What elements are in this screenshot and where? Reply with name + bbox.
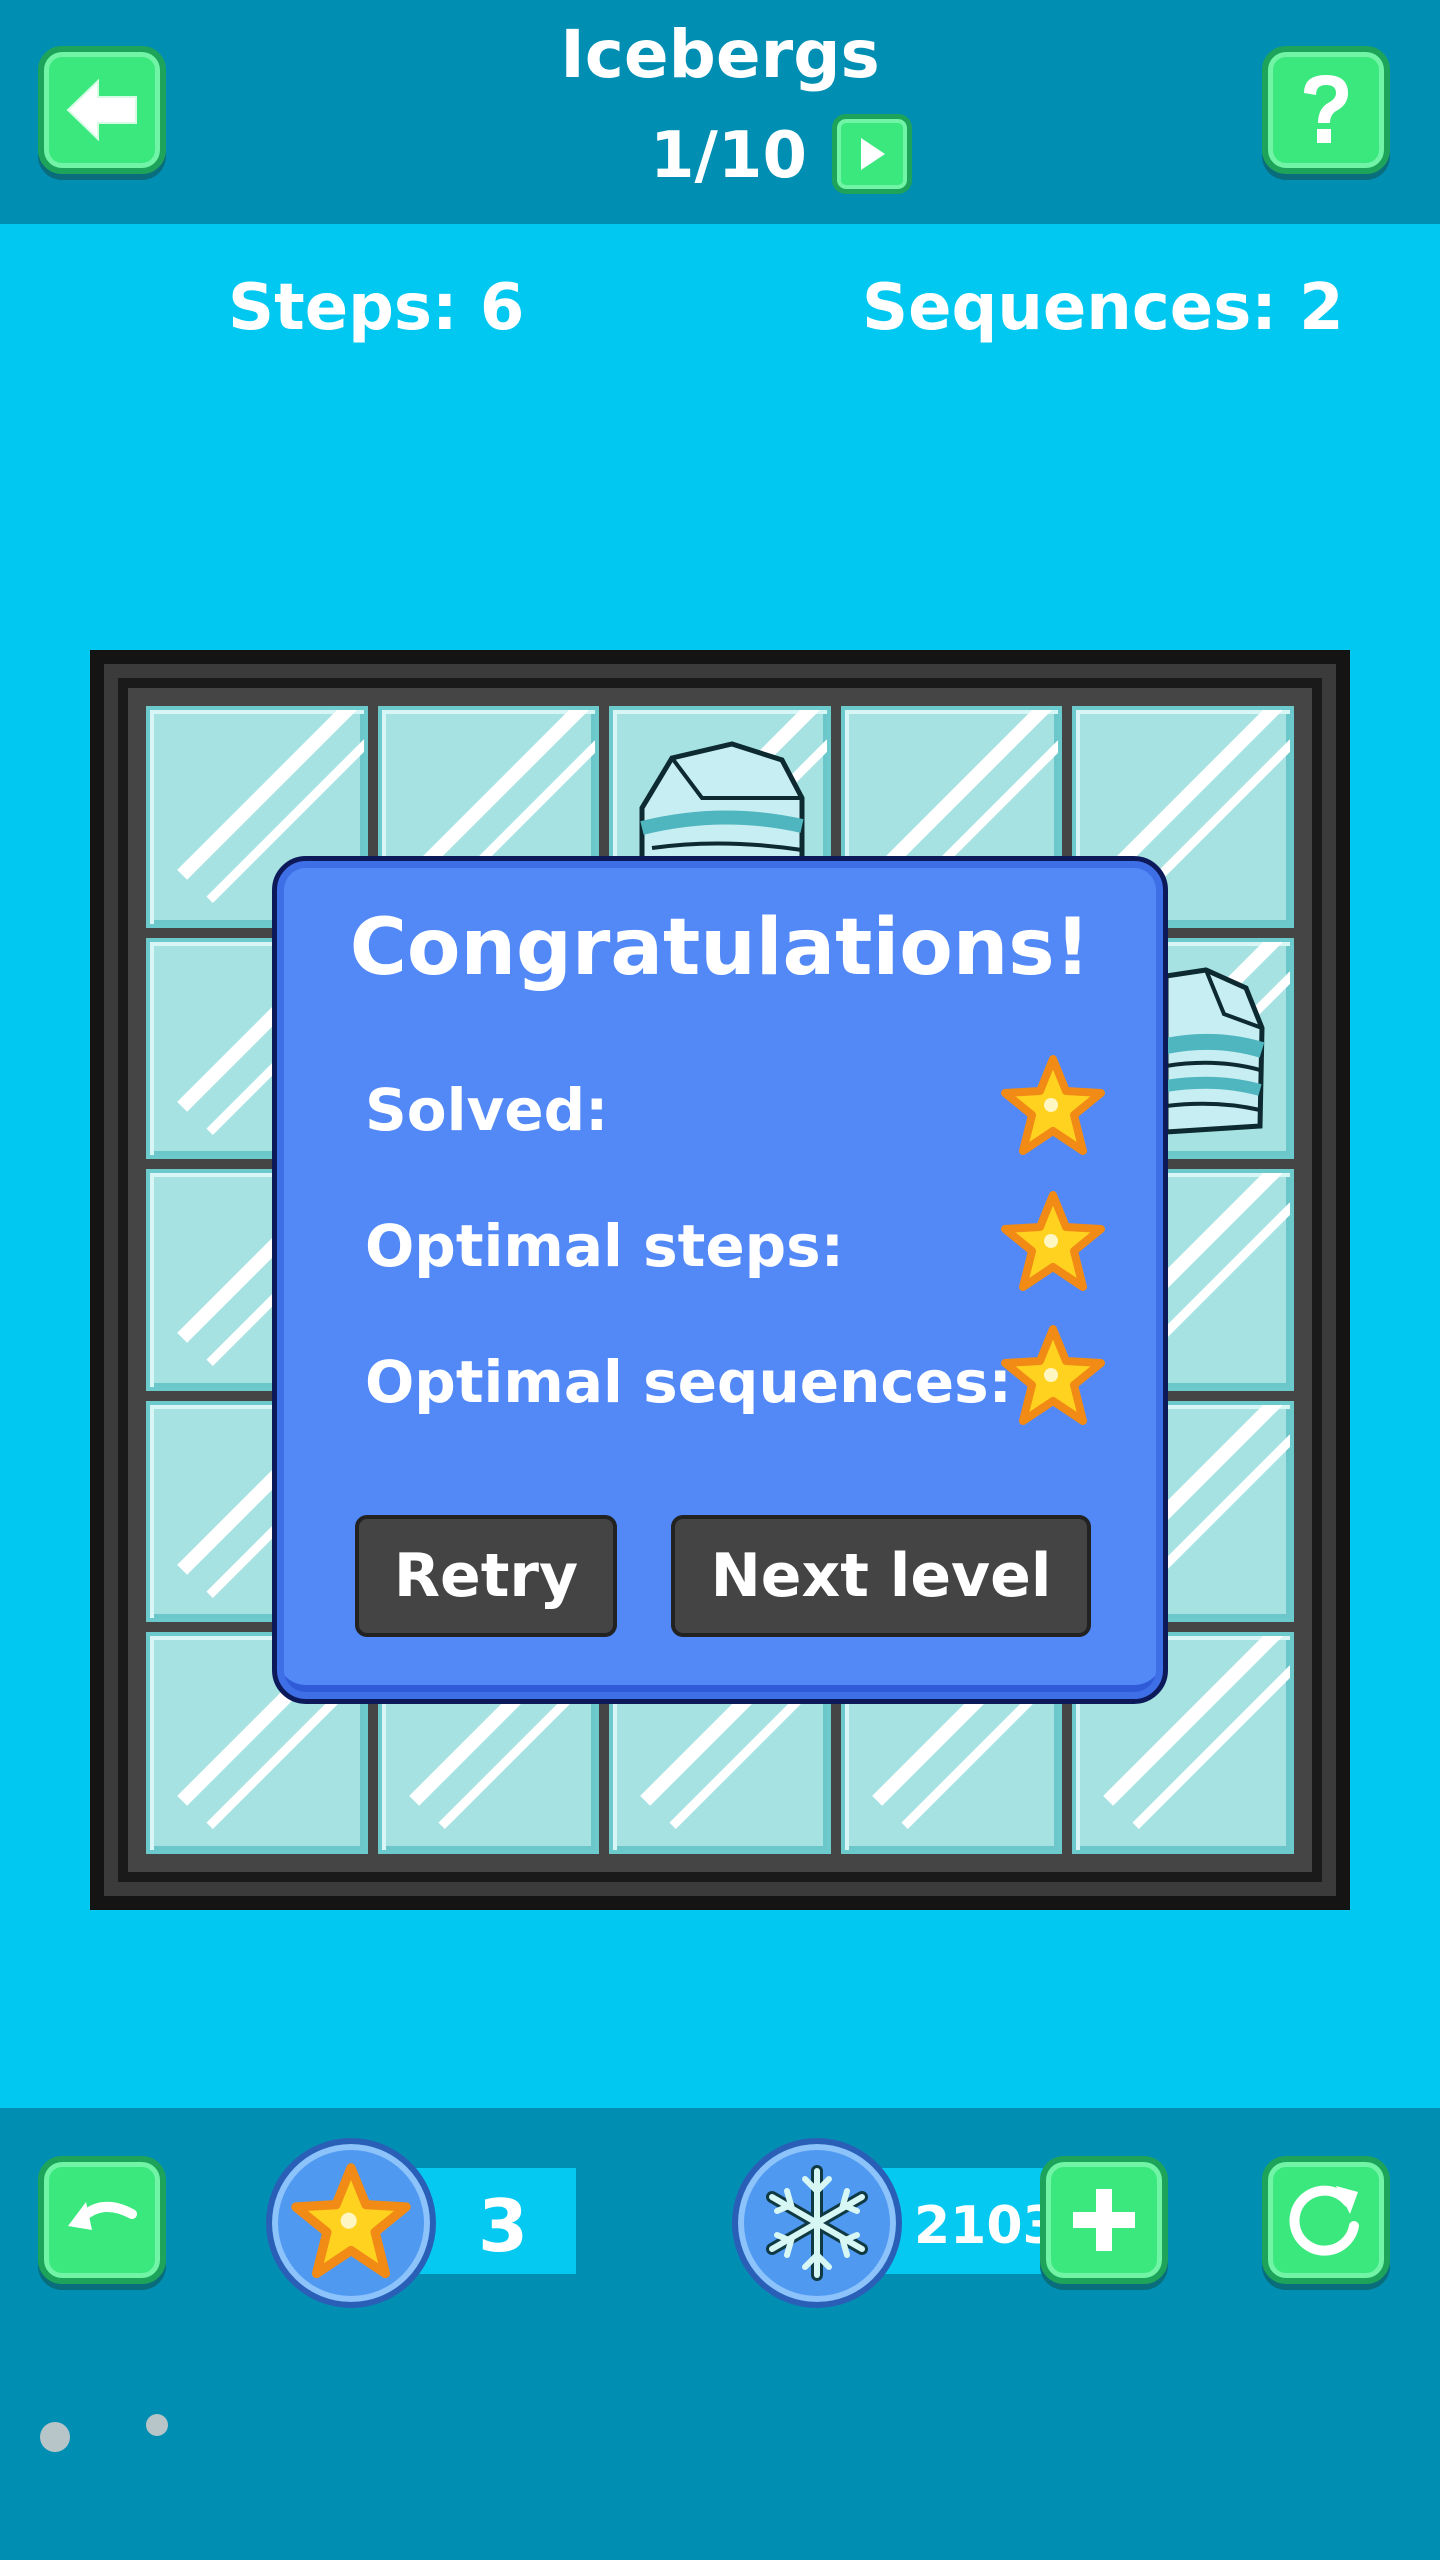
level-indicator: 1/10 — [650, 119, 807, 193]
page-indicator-dot — [40, 2422, 70, 2452]
play-icon — [861, 138, 885, 170]
help-button[interactable] — [1262, 46, 1390, 174]
bottom-bar — [0, 2108, 1440, 2560]
iceberg-icon[interactable] — [632, 738, 812, 868]
star-icon — [291, 2163, 411, 2279]
next-level-button[interactable]: Next level — [671, 1515, 1091, 1637]
undo-button[interactable] — [38, 2156, 166, 2284]
retry-button[interactable]: Retry — [355, 1515, 617, 1637]
undo-icon — [68, 2202, 137, 2230]
snowflake-icon — [766, 2165, 868, 2281]
star-icon — [1001, 1055, 1105, 1155]
page-indicator-dot — [146, 2414, 168, 2436]
steps-counter: Steps: 6 — [228, 271, 525, 345]
iceberg-icon[interactable] — [1166, 966, 1266, 1136]
sequences-counter: Sequences: 2 — [862, 271, 1344, 345]
star-icon — [1001, 1325, 1105, 1425]
next-level-play-button[interactable] — [832, 114, 912, 194]
restart-button[interactable] — [1262, 2156, 1390, 2284]
optimal-steps-label: Optimal steps: — [365, 1212, 844, 1280]
restart-icon — [1289, 2185, 1359, 2256]
help-icon — [1304, 75, 1348, 143]
plus-icon — [1073, 2189, 1135, 2251]
snowflakes-count: 2103 — [914, 2196, 1059, 2256]
snowflake-coin — [732, 2138, 902, 2308]
stars-count: 3 — [478, 2184, 529, 2268]
star-coin — [266, 2138, 436, 2308]
dialog-title: Congratulations! — [349, 903, 1091, 993]
optimal-sequences-label: Optimal sequences: — [365, 1348, 1012, 1416]
add-currency-button[interactable] — [1040, 2156, 1168, 2284]
page-title: Icebergs — [560, 16, 880, 93]
solved-label: Solved: — [365, 1076, 609, 1144]
star-icon — [1001, 1191, 1105, 1291]
congratulations-dialog: Congratulations! Solved: Optimal steps: … — [272, 856, 1168, 1704]
